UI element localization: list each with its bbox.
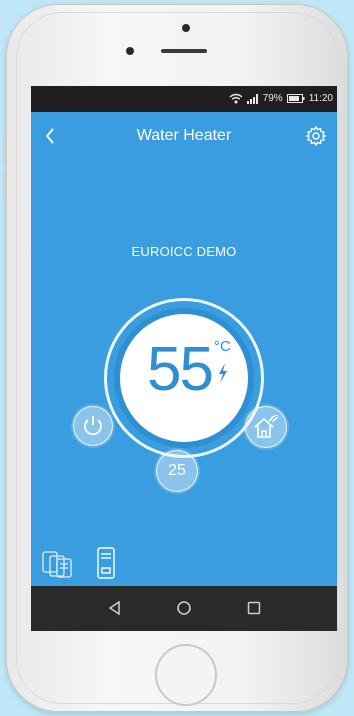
home-circle-icon[interactable] [174, 598, 194, 618]
power-button-face [73, 406, 113, 446]
recents-square-icon[interactable] [244, 598, 264, 618]
power-button[interactable] [71, 404, 115, 448]
back-triangle-icon[interactable] [105, 598, 125, 618]
battery-icon [286, 94, 305, 103]
volume-down-button [3, 172, 6, 202]
front-camera [182, 24, 190, 32]
earpiece-speaker [161, 49, 207, 53]
multi-heater-button[interactable] [41, 548, 75, 580]
temperature-value: 55 [147, 335, 214, 404]
power-icon [84, 416, 102, 436]
lightning-bolt-icon [219, 363, 227, 383]
proximity-sensor [126, 47, 134, 55]
temperature-unit: °C [214, 338, 231, 355]
wifi-icon [229, 93, 243, 104]
multi-heater-icon [42, 551, 72, 578]
setpoint-value: 25 [168, 462, 186, 479]
device-name: EUROICC DEMO [131, 244, 237, 259]
clock: 11:20 [308, 93, 333, 104]
chevron-left-icon [45, 128, 54, 144]
single-heater-icon [97, 547, 115, 579]
android-nav-bar [31, 586, 337, 631]
house-leaf-icon [254, 415, 278, 438]
signal-icon [246, 93, 258, 104]
status-bar: 79% 11:20 [31, 86, 337, 112]
status-icons: 79% 11:20 [229, 93, 333, 104]
device-switcher [31, 544, 337, 584]
page-title: Water Heater [136, 127, 232, 144]
gear-icon [305, 125, 327, 147]
battery-percent: 79% [262, 93, 283, 104]
home-button[interactable] [155, 644, 217, 706]
app-screen: 79% 11:20 Water Heater EUROICC DEMO 55 °… [31, 86, 337, 631]
app-header: Water Heater [31, 112, 337, 162]
volume-up-button [3, 134, 6, 164]
single-heater-button[interactable] [93, 546, 119, 582]
back-button[interactable] [39, 124, 61, 148]
eco-mode-button[interactable] [243, 404, 289, 450]
eco-mode-button-face [245, 406, 287, 448]
setpoint-button[interactable]: 25 [154, 448, 200, 494]
settings-button[interactable] [305, 125, 327, 147]
